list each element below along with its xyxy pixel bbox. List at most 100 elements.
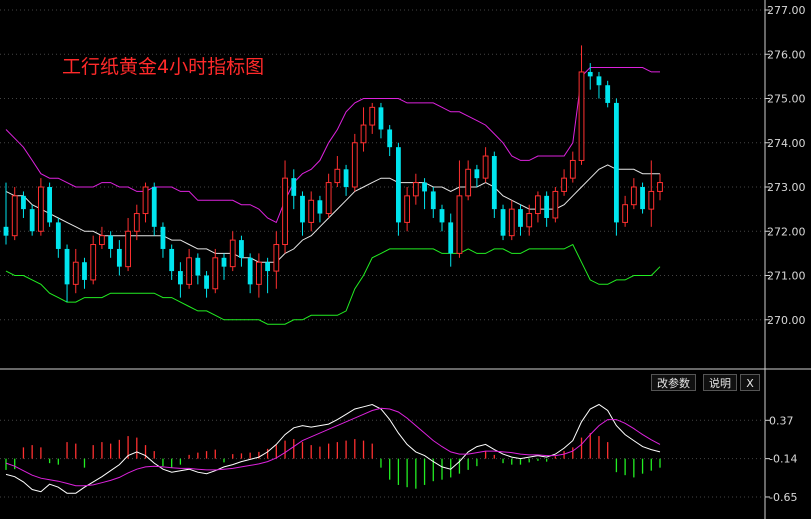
candle-body <box>614 102 619 223</box>
candle-body <box>578 71 585 161</box>
candle-body <box>657 182 663 192</box>
candle-body <box>64 248 70 285</box>
macd-tick-label: 0.37 <box>769 414 794 427</box>
candle-body <box>465 168 472 197</box>
candle-body <box>82 262 87 280</box>
candle-body <box>186 257 193 285</box>
candle-body <box>369 106 376 126</box>
macd-tick-label: -0.14 <box>769 453 797 466</box>
candle-body <box>325 182 332 215</box>
candle-body <box>300 195 305 223</box>
candle-body <box>47 187 52 223</box>
candle-body <box>526 213 533 228</box>
price-tick-label: 276.00 <box>767 48 806 61</box>
help-button[interactable]: 说明 <box>703 374 737 391</box>
edit-params-button[interactable]: 改参数 <box>651 374 696 391</box>
candle-body <box>552 190 559 219</box>
candle-body <box>378 107 384 130</box>
candle-body <box>204 275 209 289</box>
candle-body <box>500 209 506 236</box>
macd-axis: 0.37 -0.14 -0.65 <box>765 414 797 504</box>
candle-body <box>11 195 18 237</box>
candle-body <box>605 85 611 103</box>
price-tick-label: 274.00 <box>767 137 806 150</box>
candle-body <box>133 213 140 232</box>
candle-body <box>343 169 349 187</box>
candle-body <box>255 261 262 285</box>
price-tick-label: 275.00 <box>767 93 806 106</box>
candle-body <box>169 248 175 272</box>
candle-body <box>212 257 219 290</box>
chart-canvas: 工行纸黄金4小时指标图 277.00 276.00 275.00 274.00 273.… <box>0 0 811 519</box>
band-upper-line <box>5 67 660 224</box>
price-axis: 277.00 276.00 275.00 274.00 273.00 272.00 271.… <box>765 4 806 327</box>
candle-body <box>265 262 270 272</box>
price-tick-label: 273.00 <box>767 181 806 194</box>
candle-body <box>317 200 323 214</box>
candle-body <box>596 76 602 86</box>
candle-body <box>247 257 253 285</box>
candle-body <box>282 177 288 246</box>
price-tick-label: 272.00 <box>767 225 806 238</box>
candle-body <box>273 244 280 272</box>
candle-body <box>648 190 655 210</box>
candle-body <box>125 230 131 268</box>
candle-body <box>239 240 244 258</box>
candle-body <box>430 191 436 210</box>
candle-body <box>151 187 157 227</box>
candle-body <box>308 199 315 223</box>
candle-body <box>72 261 79 285</box>
candle-body <box>334 168 341 184</box>
price-tick-label: 277.00 <box>767 4 806 17</box>
candle-body <box>221 257 227 267</box>
candle-body <box>351 142 358 188</box>
macd-diff-line <box>5 403 661 494</box>
chart-title: 工行纸黄金4小时指标图 <box>62 56 264 78</box>
candle-body <box>99 235 105 246</box>
candle-body <box>640 187 645 210</box>
candle-body <box>387 129 393 148</box>
candle-body <box>116 248 122 267</box>
candle-body <box>404 195 411 223</box>
candle-body <box>544 195 550 218</box>
candle-body <box>3 226 9 236</box>
candle-body <box>622 204 629 223</box>
candle-body <box>21 195 26 210</box>
candle-body <box>491 156 497 210</box>
candle-body <box>291 178 297 196</box>
macd-lines <box>5 403 661 494</box>
candle-body <box>630 186 637 206</box>
macd-tick-label: -0.65 <box>769 491 797 504</box>
candle-body <box>55 222 61 249</box>
candle-body <box>412 182 419 197</box>
price-tick-label: 271.00 <box>767 270 806 283</box>
candle-body <box>90 244 97 281</box>
candle-body <box>29 209 35 232</box>
candle-body <box>229 239 236 268</box>
candle-body <box>569 159 576 179</box>
macd-histogram <box>5 433 661 489</box>
candle-body <box>422 182 427 192</box>
candle-body <box>439 209 445 223</box>
candle-body <box>108 235 114 249</box>
bollinger-bands <box>5 67 661 325</box>
candle-body <box>448 222 454 254</box>
candle-body <box>587 71 593 77</box>
macd-grid <box>0 419 765 498</box>
band-lower-line <box>5 243 661 325</box>
candle-body <box>474 169 480 179</box>
candle-body <box>482 155 489 179</box>
candle-body <box>195 257 201 276</box>
candle-body <box>518 209 523 227</box>
candle-body <box>561 177 567 192</box>
candle-body <box>160 226 166 249</box>
price-tick-label: 270.00 <box>767 314 806 327</box>
candle-body <box>396 147 401 223</box>
candle-body <box>37 186 44 232</box>
close-panel-button[interactable]: X <box>740 374 760 391</box>
candle-body <box>360 124 367 144</box>
candle-body <box>508 208 515 237</box>
candle-body <box>535 195 541 215</box>
candle-body <box>456 195 463 254</box>
candlestick-series <box>3 45 663 303</box>
